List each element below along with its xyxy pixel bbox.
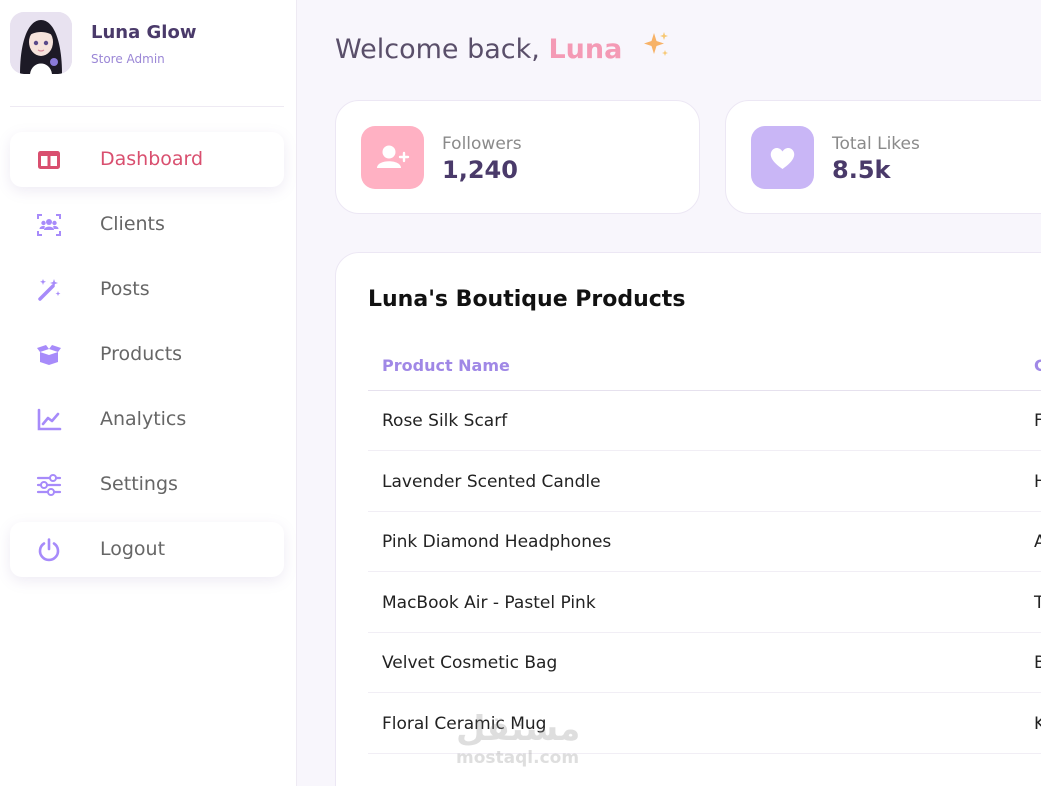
add-user-icon: [377, 145, 410, 168]
product-name-cell: Velvet Cosmetic Bag: [382, 653, 558, 673]
table-row[interactable]: Velvet Cosmetic Bag B: [368, 633, 1041, 693]
nav-item-dashboard[interactable]: Dashboard: [10, 132, 284, 187]
table-row[interactable]: MacBook Air - Pastel Pink T: [368, 573, 1041, 633]
users-icon: [37, 214, 61, 236]
followers-label: Followers: [442, 134, 522, 154]
products-title: Luna's Boutique Products: [368, 287, 686, 312]
column-header-product-name[interactable]: Product Name: [382, 356, 510, 375]
product-second-cell: B: [1034, 653, 1041, 673]
column-header-second[interactable]: C: [1034, 356, 1041, 375]
followers-value: 1,240: [442, 156, 518, 184]
table-row[interactable]: Lavender Scented Candle H: [368, 452, 1041, 512]
nav-label-clients: Clients: [100, 213, 165, 235]
nav-item-settings[interactable]: Settings: [10, 457, 284, 512]
profile-block: Luna Glow Store Admin: [10, 12, 284, 107]
likes-icon-tile: [751, 126, 814, 189]
product-name-cell: Pink Diamond Headphones: [382, 532, 612, 552]
sidebar: Luna Glow Store Admin Dashboard Clients: [0, 0, 297, 786]
nav-label-logout: Logout: [100, 538, 166, 560]
columns-icon: [38, 151, 60, 169]
product-name-cell: Rose Silk Scarf: [382, 411, 508, 431]
nav-label-settings: Settings: [100, 473, 178, 495]
table-row[interactable]: Pink Diamond Headphones A: [368, 512, 1041, 572]
avatar[interactable]: [10, 12, 72, 74]
likes-label: Total Likes: [832, 134, 920, 154]
box-icon: [37, 345, 61, 365]
welcome-heading: Welcome back, Luna: [335, 30, 671, 65]
product-name-cell: MacBook Air - Pastel Pink: [382, 593, 596, 613]
followers-card: Followers 1,240: [335, 100, 700, 214]
product-second-cell: T: [1034, 593, 1041, 613]
product-second-cell: A: [1034, 532, 1041, 552]
product-name-cell: Lavender Scented Candle: [382, 472, 601, 492]
avatar-illustration: [10, 12, 72, 74]
profile-role: Store Admin: [91, 52, 165, 66]
product-second-cell: F: [1034, 411, 1041, 431]
table-row[interactable]: Rose Silk Scarf F: [368, 391, 1041, 451]
product-second-cell: H: [1034, 472, 1041, 492]
watermark: مستقل mostaql.com: [456, 712, 580, 768]
watermark-arabic: مستقل: [456, 709, 581, 749]
product-second-cell: K: [1034, 714, 1041, 734]
watermark-latin: mostaql.com: [456, 748, 580, 768]
welcome-name: Luna: [548, 34, 623, 65]
sliders-icon: [36, 474, 62, 496]
chart-line-icon: [37, 408, 62, 431]
magic-wand-icon: [38, 279, 61, 301]
nav-label-posts: Posts: [100, 278, 150, 300]
power-icon: [38, 538, 60, 562]
nav-item-posts[interactable]: Posts: [10, 262, 284, 317]
welcome-prefix: Welcome back,: [335, 34, 540, 65]
nav-item-analytics[interactable]: Analytics: [10, 392, 284, 447]
followers-icon-tile: [361, 126, 424, 189]
nav-label-analytics: Analytics: [100, 408, 187, 430]
sparkles-icon: [643, 32, 668, 56]
nav-label-dashboard: Dashboard: [100, 148, 204, 170]
heart-icon: [770, 147, 795, 169]
nav-item-logout[interactable]: Logout: [10, 522, 284, 577]
profile-name: Luna Glow: [91, 22, 197, 43]
nav-item-clients[interactable]: Clients: [10, 197, 284, 252]
nav-item-products[interactable]: Products: [10, 327, 284, 382]
likes-value: 8.5k: [832, 156, 891, 184]
products-card: Luna's Boutique Products Product Name C …: [335, 252, 1041, 786]
likes-card: Total Likes 8.5k: [725, 100, 1041, 214]
nav-label-products: Products: [100, 343, 183, 365]
